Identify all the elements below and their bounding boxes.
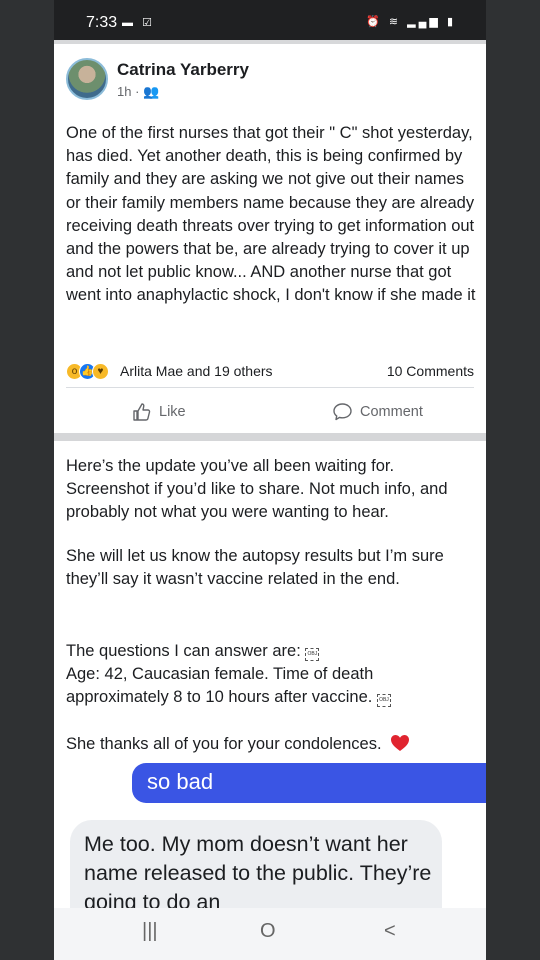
avatar[interactable] bbox=[66, 58, 108, 100]
friends-icon: 👥 bbox=[143, 84, 160, 99]
separator-dot: · bbox=[135, 84, 144, 99]
sent-message-text: so bad bbox=[147, 769, 214, 794]
like-label: Like bbox=[159, 404, 186, 420]
mail-icon: ▬ bbox=[122, 17, 136, 29]
status-time: 7:33 bbox=[86, 14, 118, 31]
sent-message-bubble: so bad bbox=[132, 763, 486, 803]
condolences-paragraph: She thanks all of you for your condolenc… bbox=[66, 733, 476, 756]
system-nav-bar: ||| O < bbox=[54, 908, 486, 960]
status-icons: ⏰ ≋ ▂▄▆ ▮ bbox=[366, 15, 456, 28]
reaction-names[interactable]: Arlita Mae and 19 others bbox=[120, 363, 273, 379]
obj-placeholder-icon: OBJ bbox=[305, 648, 320, 661]
post-actions: Like Comment bbox=[66, 398, 474, 428]
comment-label: Comment bbox=[360, 404, 423, 420]
home-button[interactable]: O bbox=[260, 920, 276, 943]
post-text: One of the first nurses that got their "… bbox=[66, 124, 476, 305]
questions-line: The questions I can answer are: bbox=[66, 642, 301, 660]
condolences-text: She thanks all of you for your condolenc… bbox=[66, 735, 382, 753]
post-author[interactable]: Catrina Yarberry bbox=[117, 60, 249, 80]
signal-icon: ▂▄▆ bbox=[407, 16, 441, 28]
post-meta: 1h · 👥 bbox=[117, 84, 159, 100]
recents-button[interactable]: ||| bbox=[142, 920, 158, 943]
post-time[interactable]: 1h bbox=[117, 84, 131, 99]
comment-count[interactable]: 10 Comments bbox=[387, 363, 474, 379]
alarm-icon: ⏰ bbox=[366, 16, 383, 28]
comment-button[interactable]: Comment bbox=[332, 398, 423, 426]
care-icon: ♥ bbox=[92, 363, 109, 380]
check-icon: ☑ bbox=[142, 17, 155, 29]
heart-icon bbox=[391, 735, 410, 751]
battery-icon: ▮ bbox=[446, 16, 456, 28]
wifi-icon: ≋ bbox=[388, 16, 402, 28]
notification-icons: ▬ ☑ bbox=[122, 16, 155, 29]
right-frame bbox=[486, 0, 540, 960]
thumbs-up-icon bbox=[133, 403, 151, 421]
post-header: Catrina Yarberry 1h · 👥 bbox=[66, 58, 476, 102]
received-message-text: Me too. My mom doesn’t want her name rel… bbox=[84, 832, 432, 914]
phone-screen: 7:33 ▬ ☑ ⏰ ≋ ▂▄▆ ▮ Catrina Yarberry 1h ·… bbox=[54, 0, 486, 960]
back-button[interactable]: < bbox=[384, 920, 396, 943]
comment-icon bbox=[333, 403, 352, 421]
left-frame bbox=[0, 0, 54, 960]
status-bar: 7:33 ▬ ☑ ⏰ ≋ ▂▄▆ ▮ bbox=[54, 0, 486, 40]
reaction-icons: o 👍 ♥ bbox=[66, 363, 118, 381]
update-paragraph: Here’s the update you’ve all been waitin… bbox=[66, 457, 448, 522]
post-divider bbox=[66, 387, 474, 388]
reactions-bar[interactable]: o 👍 ♥ Arlita Mae and 19 others 10 Commen… bbox=[66, 362, 474, 382]
details-line: Age: 42, Caucasian female. Time of death… bbox=[66, 665, 374, 707]
status-divider bbox=[54, 40, 486, 44]
autopsy-paragraph: She will let us know the autopsy results… bbox=[66, 547, 444, 589]
section-divider bbox=[54, 433, 486, 441]
obj-placeholder-icon: OBJ bbox=[376, 694, 391, 708]
like-button[interactable]: Like bbox=[132, 398, 186, 426]
questions-paragraph: The questions I can answer are: OBJ Age:… bbox=[66, 640, 476, 710]
